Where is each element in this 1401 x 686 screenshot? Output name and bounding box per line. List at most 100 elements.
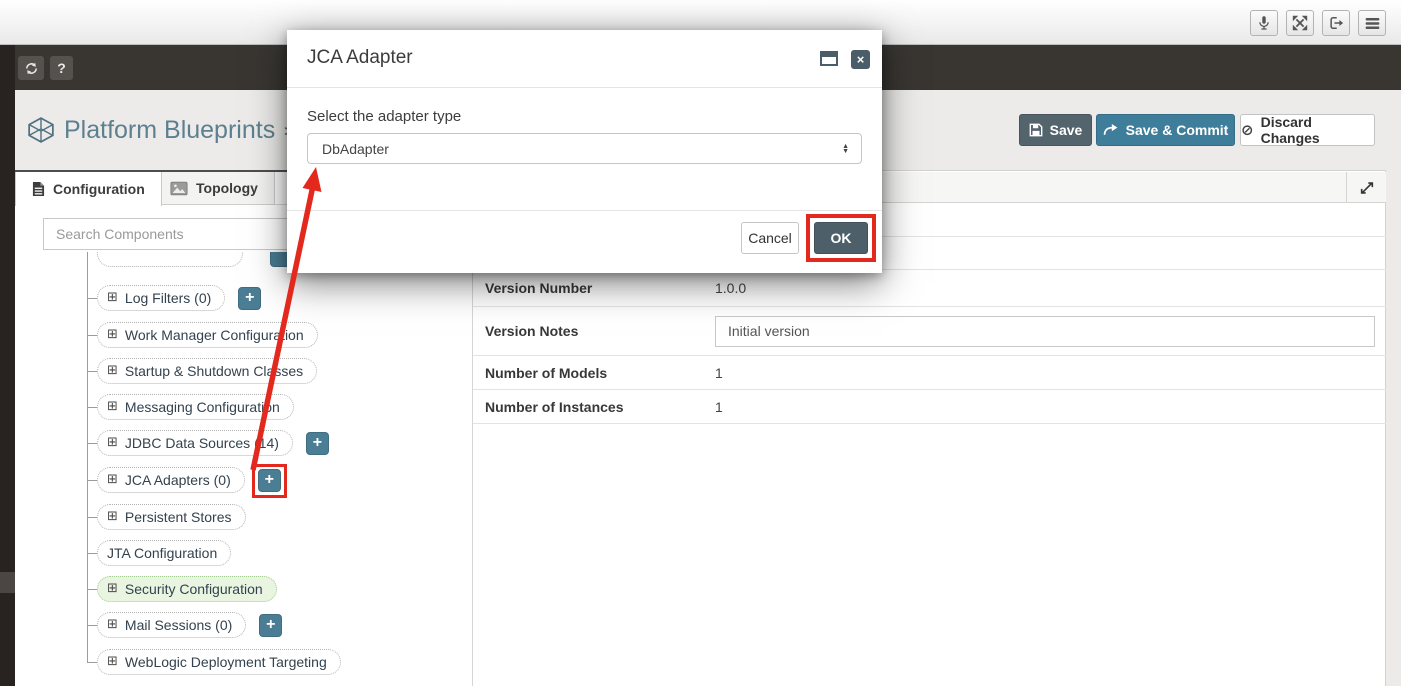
save-and-commit-button[interactable]: Save & Commit (1096, 114, 1235, 146)
tree-connector (87, 517, 97, 518)
cancel-button[interactable]: Cancel (741, 222, 799, 254)
expand-icon[interactable]: ⊞ (107, 436, 118, 450)
discard-changes-button[interactable]: ⊘ Discard Changes (1240, 114, 1375, 146)
tree-item-security-configuration: ⊞ Security Configuration (97, 575, 277, 603)
tree-node[interactable]: ⊞ Mail Sessions (0) (97, 612, 247, 638)
tree-node[interactable]: ⊞ Startup & Shutdown Classes (97, 358, 318, 384)
help-button[interactable]: ? (50, 56, 73, 80)
version-number-value: 1.0.0 (715, 280, 747, 296)
image-icon (170, 181, 188, 195)
tree-item-label: JDBC Data Sources (14) (124, 435, 279, 451)
document-icon (32, 182, 45, 196)
expand-icon[interactable]: ⊞ (107, 655, 118, 669)
left-strip-scrollbar-thumb[interactable] (0, 572, 15, 593)
close-dialog-button[interactable]: × (851, 50, 870, 69)
refresh-icon (25, 62, 37, 74)
menu-button[interactable] (1358, 10, 1386, 36)
blueprint-cube-icon (28, 117, 54, 143)
tab-topology-label: Topology (196, 180, 258, 196)
discard-icon: ⊘ (1241, 122, 1254, 139)
tree-item-startup-shutdown: ⊞ Startup & Shutdown Classes (97, 357, 318, 385)
adapter-type-label: Select the adapter type (307, 108, 462, 125)
adapter-type-selected-value: DbAdapter (322, 140, 389, 157)
tree-connector (87, 480, 97, 481)
expand-panel-button[interactable] (1346, 172, 1386, 203)
tree-item-label: JCA Adapters (0) (124, 472, 231, 488)
save-floppy-icon (1029, 123, 1043, 137)
expand-icon[interactable]: ⊞ (107, 328, 118, 342)
save-and-commit-label: Save & Commit (1125, 122, 1229, 138)
number-of-instances-value: 1 (715, 398, 723, 415)
tree-item-label: Log Filters (0) (124, 290, 212, 306)
minimize-dialog-button[interactable] (820, 51, 838, 66)
tab-topology[interactable]: Topology (153, 172, 275, 205)
number-of-models-value: 1 (715, 364, 723, 381)
tree-node[interactable]: ⊞ Work Manager Configuration (97, 322, 318, 348)
add-log-filter-button[interactable]: + (238, 286, 262, 310)
menu-icon (1365, 17, 1379, 29)
expand-icon[interactable]: ⊞ (107, 510, 118, 524)
jca-adapter-dialog: JCA Adapter × Select the adapter type Db… (287, 30, 882, 273)
expand-icon[interactable]: ⊞ (107, 291, 118, 305)
refresh-button[interactable] (18, 56, 44, 80)
dialog-header: JCA Adapter × (287, 30, 882, 88)
detail-row-number-of-models: Number of Models 1 (473, 356, 1386, 390)
tree-item-label: Persistent Stores (124, 509, 232, 525)
window-icon (820, 51, 838, 66)
tab-configuration[interactable]: Configuration (15, 172, 162, 206)
add-mail-session-button[interactable]: + (259, 613, 283, 637)
discard-changes-label: Discard Changes (1260, 114, 1320, 146)
tree-node[interactable]: ⊞ WebLogic Deployment Targeting (97, 649, 341, 675)
version-notes-label: Version Notes (485, 323, 579, 339)
tree-connector (87, 298, 97, 299)
number-of-models-label: Number of Models (485, 364, 608, 381)
tree-connector (87, 553, 97, 554)
tree-item-label: JTA Configuration (107, 545, 218, 561)
ok-button[interactable]: OK (814, 222, 868, 254)
microphone-button[interactable] (1250, 10, 1278, 36)
save-button[interactable]: Save (1019, 114, 1092, 146)
tree-node[interactable]: ⊞ JCA Adapters (0) (97, 467, 245, 493)
help-icon: ? (57, 60, 66, 76)
tree-connector (87, 662, 97, 663)
expand-icon[interactable]: ⊞ (107, 400, 118, 414)
tree-node[interactable]: ⊞ Log Filters (0) (97, 285, 226, 311)
version-number-label: Version Number (485, 280, 593, 296)
fullscreen-icon (1292, 15, 1308, 31)
expand-icon[interactable]: ⊞ (107, 364, 118, 378)
expand-icon[interactable]: ⊞ (107, 618, 118, 632)
breadcrumb-root[interactable]: Platform Blueprints (64, 116, 275, 145)
tree-node[interactable]: JTA Configuration (97, 540, 232, 566)
sign-out-button[interactable] (1322, 10, 1350, 36)
tree-node[interactable]: ⊞ Persistent Stores (97, 504, 246, 530)
tree-connector (87, 407, 97, 408)
microphone-icon (1259, 16, 1269, 30)
expand-icon[interactable]: ⊞ (107, 473, 118, 487)
expand-diagonal-icon (1360, 181, 1373, 194)
add-jdbc-data-source-button[interactable]: + (305, 431, 329, 455)
tree-node[interactable]: ⊞ JDBC Data Sources (14) (97, 430, 293, 456)
tree-connector (87, 371, 97, 372)
version-notes-input[interactable] (715, 315, 1375, 347)
tree-connector (87, 625, 97, 626)
tree-connector (87, 589, 97, 590)
dialog-title: JCA Adapter (307, 47, 413, 68)
expand-icon[interactable]: ⊞ (107, 582, 118, 596)
tree-item-clipped[interactable] (97, 252, 247, 269)
tree-item-label: Messaging Configuration (124, 399, 280, 415)
adapter-type-select[interactable]: DbAdapter ▲ ▼ (307, 133, 862, 164)
fullscreen-button[interactable] (1286, 10, 1314, 36)
tree-node[interactable]: ⊞ Messaging Configuration (97, 394, 294, 420)
tree-item-label: Security Configuration (124, 581, 263, 597)
add-jca-adapter-button[interactable]: + (251, 463, 287, 498)
detail-row-version-notes: Version Notes (473, 307, 1386, 356)
number-of-instances-label: Number of Instances (485, 398, 624, 415)
tree-item-jta-configuration: JTA Configuration (97, 539, 232, 567)
tab-configuration-label: Configuration (53, 181, 145, 197)
tree-item-weblogic-targeting: ⊞ WebLogic Deployment Targeting (97, 648, 341, 676)
tree-connector (87, 443, 97, 444)
close-icon: × (856, 52, 865, 67)
sign-out-icon (1330, 17, 1344, 29)
tree-item-label: Startup & Shutdown Classes (124, 363, 304, 379)
tree-node-selected[interactable]: ⊞ Security Configuration (97, 576, 277, 602)
